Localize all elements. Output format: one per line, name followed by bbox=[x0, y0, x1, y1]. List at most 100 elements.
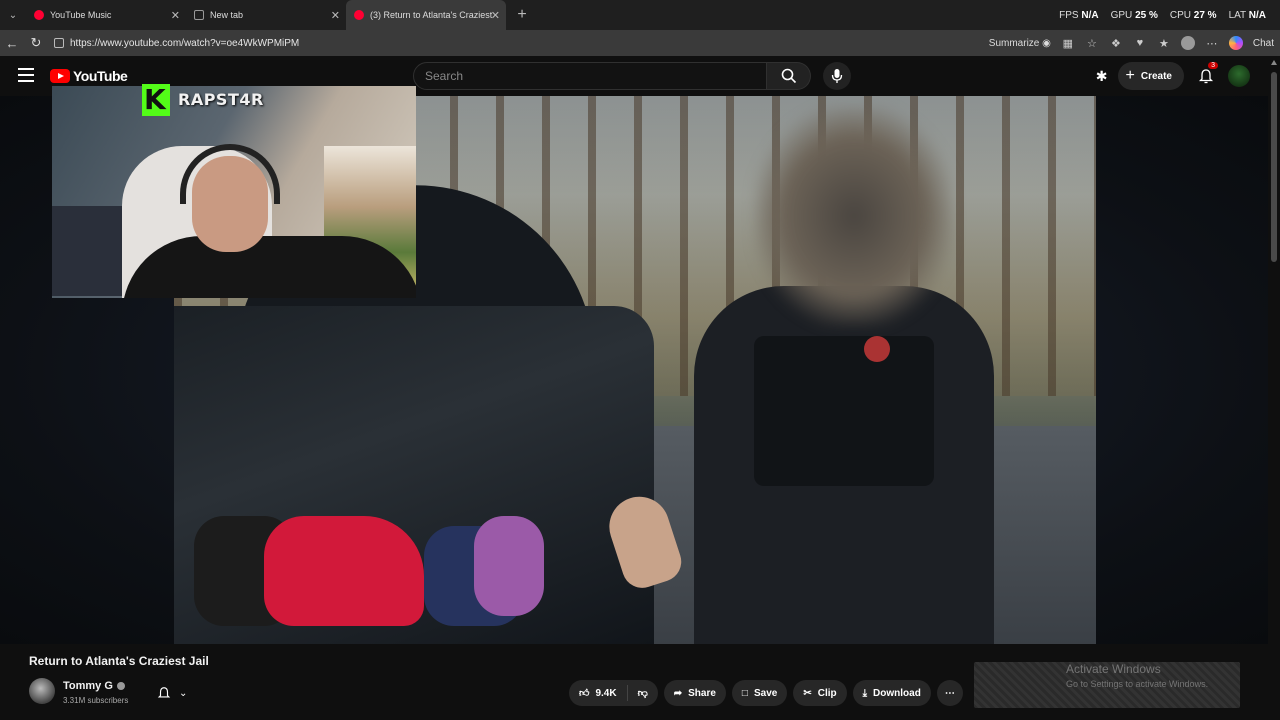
tab-new-tab[interactable]: New tab ✕ bbox=[186, 0, 346, 30]
scissors-icon: ✂ bbox=[803, 687, 812, 699]
tab-title: New tab bbox=[210, 10, 244, 20]
gpu-readout: GPU 25 % bbox=[1110, 9, 1158, 21]
live-settings-gear-icon[interactable]: ✱ bbox=[1096, 68, 1108, 85]
more-horizontal-icon: ⋯ bbox=[944, 687, 955, 699]
url-field[interactable]: https://www.youtube.com/watch?v=oe4WkWPM… bbox=[54, 38, 299, 49]
microphone-icon bbox=[831, 69, 843, 83]
notification-count-badge: 3 bbox=[1208, 62, 1218, 69]
tab-title: (3) Return to Atlanta's Craziest Jail bbox=[370, 10, 492, 20]
download-label: Download bbox=[873, 687, 921, 699]
notifications-button[interactable]: 3 bbox=[1194, 62, 1218, 88]
download-button[interactable]: ⤓ Download bbox=[852, 680, 931, 706]
like-count: 9.4K bbox=[595, 687, 617, 699]
streamer-facecam bbox=[52, 86, 416, 298]
windows-activation-watermark: Activate Windows Go to Settings to activ… bbox=[974, 662, 1240, 708]
streamer-name: RAPST4R bbox=[178, 90, 264, 109]
tab-close-icon[interactable]: ✕ bbox=[491, 9, 500, 22]
tab-list-chevron-icon[interactable]: ⌄ bbox=[0, 0, 26, 30]
scroll-up-arrow-icon[interactable] bbox=[1271, 60, 1277, 65]
address-bar: ← ↻ https://www.youtube.com/watch?v=oe4W… bbox=[0, 30, 1280, 56]
like-dislike-group: 👍︎ 9.4K 👎︎ bbox=[569, 680, 658, 706]
subscriber-count: 3.31M subscribers bbox=[63, 696, 129, 705]
video-actions: 👍︎ 9.4K 👎︎ ➦ Share □ Save ✂ Clip ⤓ Downl… bbox=[569, 680, 963, 706]
page-scrollbar[interactable] bbox=[1268, 56, 1280, 720]
tab-youtube-music[interactable]: YouTube Music ✕ bbox=[26, 0, 186, 30]
search-input[interactable] bbox=[413, 62, 768, 90]
blurred-face bbox=[754, 106, 954, 326]
more-menu-icon[interactable]: ⋯ bbox=[1205, 36, 1219, 50]
refresh-icon[interactable]: ↻ bbox=[24, 30, 48, 56]
badge-patch bbox=[864, 336, 890, 362]
masthead-actions: ✱ + Create 3 bbox=[1096, 62, 1250, 90]
search-button[interactable] bbox=[767, 62, 811, 90]
url-text: https://www.youtube.com/watch?v=oe4WkWPM… bbox=[70, 37, 300, 49]
tab-title: YouTube Music bbox=[50, 10, 112, 20]
voice-search-button[interactable] bbox=[823, 62, 851, 90]
cpu-readout: CPU 27 % bbox=[1169, 9, 1217, 21]
chat-button[interactable]: Chat bbox=[1253, 38, 1274, 49]
activate-windows-subtitle: Go to Settings to activate Windows. bbox=[1066, 679, 1209, 689]
profile-avatar[interactable] bbox=[1180, 36, 1195, 50]
app-grid-icon[interactable]: ▦ bbox=[1061, 36, 1075, 50]
red-bandana bbox=[264, 516, 424, 626]
copilot-icon[interactable] bbox=[1228, 36, 1243, 50]
purple-bandana bbox=[474, 516, 544, 616]
extensions-icon[interactable]: ❖ bbox=[1109, 36, 1123, 50]
plus-icon: + bbox=[1125, 67, 1135, 84]
streamer-body bbox=[122, 236, 416, 298]
summarize-button[interactable]: Summarize ◉ bbox=[989, 38, 1051, 49]
chevron-down-icon: ⌄ bbox=[179, 687, 188, 699]
activate-windows-title: Activate Windows bbox=[1066, 662, 1161, 676]
save-label: Save bbox=[753, 687, 778, 699]
bookmark-icon: □ bbox=[741, 687, 748, 699]
channel-name: Tommy G bbox=[63, 680, 113, 692]
verified-check-icon bbox=[116, 682, 125, 690]
share-button[interactable]: ➦ Share bbox=[663, 680, 726, 706]
new-tab-plus-icon[interactable]: + bbox=[510, 3, 534, 27]
channel-avatar[interactable] bbox=[29, 678, 55, 704]
clip-label: Clip bbox=[817, 687, 837, 699]
bell-icon bbox=[157, 687, 171, 698]
dislike-button[interactable]: 👎︎ bbox=[628, 680, 658, 706]
lat-readout: LAT N/A bbox=[1228, 9, 1266, 21]
youtube-music-favicon-icon bbox=[34, 10, 44, 20]
tab-close-icon[interactable]: ✕ bbox=[171, 9, 180, 22]
save-button[interactable]: □ Save bbox=[731, 680, 788, 706]
browser-tab-bar: ⌄ YouTube Music ✕ New tab ✕ (3) Return t… bbox=[0, 0, 1280, 30]
channel-name-link[interactable]: Tommy G bbox=[63, 680, 125, 692]
youtube-play-icon bbox=[50, 69, 70, 83]
subscription-notification-button[interactable]: ⌄ bbox=[149, 681, 195, 705]
create-label: Create bbox=[1140, 70, 1172, 82]
toolbar-right: Summarize ◉ ▦ ☆ ❖ ♥ ★ ⋯ Chat bbox=[989, 30, 1274, 56]
video-title: Return to Atlanta's Craziest Jail bbox=[29, 654, 209, 668]
favorites-icon[interactable]: ★ bbox=[1157, 36, 1171, 50]
browser-essentials-icon[interactable]: ♥ bbox=[1133, 36, 1147, 50]
like-button[interactable]: 👍︎ 9.4K bbox=[569, 680, 627, 706]
bell-icon bbox=[1198, 69, 1214, 84]
youtube-favicon-icon bbox=[354, 10, 364, 20]
youtube-logo[interactable]: YouTube bbox=[50, 68, 128, 84]
performance-overlay: FPS N/A GPU 25 % CPU 27 % LAT N/A bbox=[1059, 0, 1266, 30]
favorite-star-icon[interactable]: ☆ bbox=[1085, 36, 1099, 50]
account-avatar[interactable] bbox=[1228, 65, 1250, 87]
tab-active-video[interactable]: (3) Return to Atlanta's Craziest Jail ✕ bbox=[346, 0, 506, 30]
back-arrow-icon[interactable]: ← bbox=[0, 30, 24, 56]
kick-letter: K bbox=[144, 83, 166, 116]
scroll-thumb[interactable] bbox=[1271, 72, 1277, 262]
share-arrow-icon: ➦ bbox=[673, 687, 683, 699]
download-icon: ⤓ bbox=[862, 687, 868, 699]
fps-readout: FPS N/A bbox=[1059, 9, 1099, 21]
thumbs-up-icon: 👍︎ bbox=[579, 688, 590, 699]
site-info-icon[interactable] bbox=[54, 38, 64, 48]
more-actions-button[interactable]: ⋯ bbox=[936, 680, 963, 706]
share-label: Share bbox=[688, 687, 716, 699]
tactical-vest bbox=[754, 336, 934, 486]
search-icon bbox=[781, 68, 796, 84]
youtube-wordmark: YouTube bbox=[73, 68, 128, 84]
create-button[interactable]: + Create bbox=[1117, 62, 1184, 90]
tab-close-icon[interactable]: ✕ bbox=[331, 9, 340, 22]
new-tab-favicon-icon bbox=[194, 10, 204, 20]
thumbs-down-icon: 👎︎ bbox=[637, 688, 648, 699]
clip-button[interactable]: ✂ Clip bbox=[793, 680, 847, 706]
hamburger-menu-icon[interactable] bbox=[18, 68, 34, 82]
